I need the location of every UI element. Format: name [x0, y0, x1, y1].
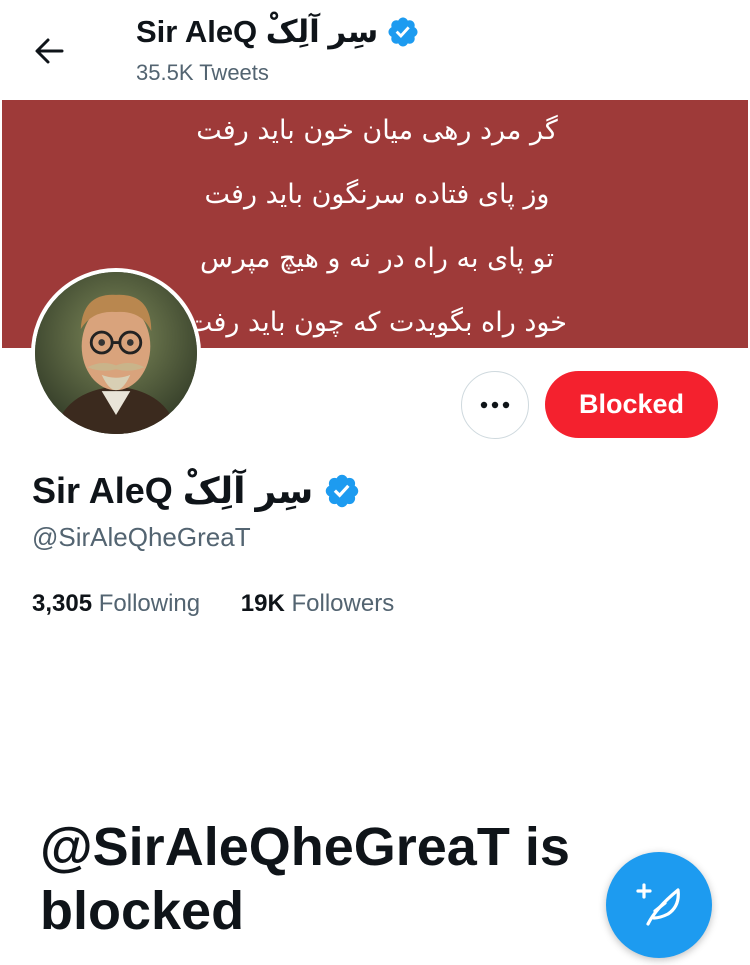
- banner-poem-line: تو پای به راه در نه و هیچ مپرس: [199, 243, 555, 274]
- profile-name: Sir AleQ سِر آلِکْ: [32, 470, 361, 512]
- verified-badge-icon: [388, 17, 418, 47]
- followers-label: Followers: [291, 590, 395, 617]
- back-button[interactable]: [26, 28, 72, 74]
- header-name: Sir AleQ سِر آلِکْ: [136, 14, 379, 49]
- compose-tweet-icon: [636, 883, 680, 926]
- following-label: Following: [98, 590, 201, 617]
- blocked-button[interactable]: Blocked: [545, 371, 718, 438]
- following-link[interactable]: 3,305 Following: [32, 590, 200, 618]
- followers-link[interactable]: 19K Followers: [241, 590, 394, 618]
- blocked-notice-heading: @SirAleQheGreaT is blocked: [40, 817, 570, 941]
- profile-handle: @SirAleQheGreaT: [32, 522, 251, 552]
- followers-count: 19K: [240, 590, 285, 617]
- banner-poem-line: خود راه بگویدت که چون باید رفت: [186, 307, 567, 338]
- profile-name-text: Sir AleQ سِر آلِکْ: [32, 470, 314, 511]
- more-horizontal-icon: [480, 401, 510, 409]
- tweet-count: 35.5K Tweets: [136, 60, 269, 85]
- top-bar: Sir AleQ سِر آلِکْ 35.5K Tweets: [0, 0, 750, 100]
- compose-tweet-button[interactable]: [606, 852, 712, 958]
- arrow-left-icon: [35, 38, 64, 64]
- banner-poem-line: گر مرد رهی میان خون باید رفت: [196, 115, 558, 146]
- avatar[interactable]: [31, 268, 201, 438]
- more-options-button[interactable]: [461, 371, 529, 439]
- follow-stats: 3,305 Following 19K Followers: [32, 590, 394, 618]
- header-title: Sir AleQ سِر آلِکْ: [136, 14, 420, 50]
- avatar-portrait: [35, 272, 197, 434]
- following-count: 3,305: [32, 590, 93, 617]
- banner-poem-line: وز پای فتاده سرنگون باید رفت: [204, 179, 550, 210]
- verified-badge-icon[interactable]: [323, 472, 361, 510]
